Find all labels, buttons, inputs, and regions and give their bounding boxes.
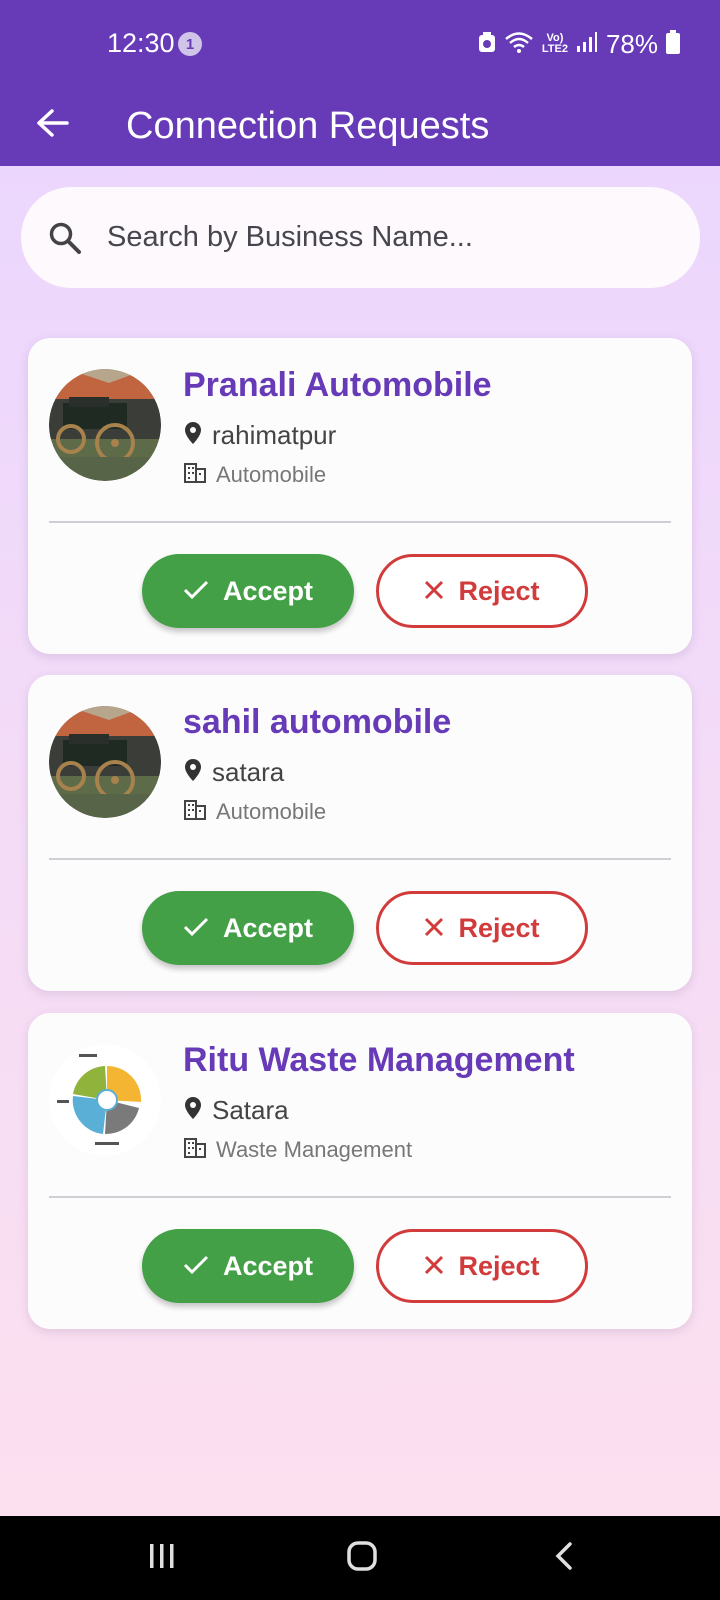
wifi-icon — [504, 30, 534, 59]
accept-button[interactable]: Accept — [142, 554, 354, 628]
request-card: Pranali Automobile rahimatpur Automobile… — [28, 338, 692, 654]
back-button[interactable] — [28, 100, 78, 150]
reject-button[interactable]: Reject — [376, 554, 588, 628]
search-bar[interactable] — [21, 187, 700, 288]
divider — [49, 858, 671, 860]
notification-badge: 1 — [178, 32, 202, 56]
business-category: Automobile — [216, 799, 327, 824]
reject-label: Reject — [458, 575, 540, 606]
check-icon — [183, 913, 209, 944]
location-pin-icon — [184, 758, 202, 787]
business-avatar — [49, 706, 161, 818]
close-icon — [424, 1251, 444, 1282]
business-avatar — [49, 369, 161, 481]
building-icon — [184, 462, 206, 488]
page-title: Connection Requests — [126, 105, 490, 147]
building-icon — [184, 1137, 206, 1163]
arrow-left-icon — [36, 108, 70, 143]
reject-label: Reject — [458, 912, 540, 943]
home-button[interactable] — [332, 1532, 392, 1584]
divider — [49, 1196, 671, 1198]
location-pin-icon — [184, 1096, 202, 1125]
battery-icon — [666, 29, 680, 59]
request-card: sahil automobile satara Automobile Accep… — [28, 675, 692, 991]
divider — [49, 521, 671, 523]
business-name: sahil automobile — [183, 703, 452, 741]
lte-label: LTE2 — [541, 43, 568, 55]
business-avatar — [49, 1044, 161, 1156]
accept-button[interactable]: Accept — [142, 891, 354, 965]
reject-label: Reject — [458, 1250, 540, 1281]
status-time: 12:30 — [107, 28, 175, 58]
building-icon — [184, 799, 206, 825]
back-nav-button[interactable] — [534, 1532, 594, 1584]
search-icon — [45, 218, 85, 258]
request-card: Ritu Waste Management Satara Waste Manag… — [28, 1013, 692, 1329]
accept-label: Accept — [222, 575, 314, 606]
business-location: satara — [212, 757, 285, 787]
close-icon — [424, 576, 444, 607]
back-icon — [554, 1541, 574, 1576]
home-icon — [346, 1540, 378, 1577]
check-icon — [183, 576, 209, 607]
shield-icon — [478, 31, 496, 58]
accept-label: Accept — [222, 1250, 314, 1281]
accept-label: Accept — [222, 912, 314, 943]
close-icon — [424, 913, 444, 944]
signal-icon — [576, 31, 598, 58]
business-category: Automobile — [216, 462, 327, 487]
recent-apps-icon — [147, 1542, 177, 1575]
business-name: Ritu Waste Management — [183, 1041, 575, 1079]
check-icon — [183, 1251, 209, 1282]
accept-button[interactable]: Accept — [142, 1229, 354, 1303]
battery-percent: 78% — [605, 28, 658, 59]
business-category: Waste Management — [216, 1137, 413, 1162]
system-nav-bar — [0, 1516, 720, 1600]
business-location: rahimatpur — [212, 420, 337, 450]
business-name: Pranali Automobile — [183, 366, 492, 404]
recent-apps-button[interactable] — [132, 1532, 192, 1584]
business-location: Satara — [212, 1095, 289, 1125]
app-bar: Connection Requests — [0, 88, 720, 166]
reject-button[interactable]: Reject — [376, 1229, 588, 1303]
status-bar: 12:30 1 Vo) LTE2 78% — [0, 0, 720, 88]
search-input[interactable] — [105, 220, 669, 255]
reject-button[interactable]: Reject — [376, 891, 588, 965]
location-pin-icon — [184, 421, 202, 450]
